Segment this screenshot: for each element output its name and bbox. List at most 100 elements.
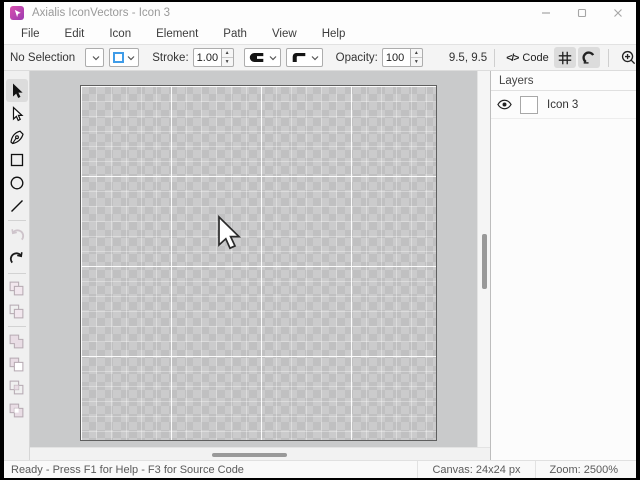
- canvas[interactable]: [80, 85, 437, 441]
- menu-element[interactable]: Element: [148, 26, 206, 42]
- stroke-label: Stroke:: [152, 51, 189, 64]
- stroke-input[interactable]: [192, 48, 221, 67]
- main-area: Layers Icon 3: [4, 71, 636, 460]
- duplicate-button: [6, 277, 28, 300]
- layer-name: Icon 3: [547, 98, 579, 111]
- chevron-down-icon: [127, 55, 135, 61]
- opacity-input[interactable]: [381, 48, 410, 67]
- chevron-down-icon: [311, 55, 319, 61]
- chevron-down-icon: [92, 55, 100, 61]
- opacity-increment-button[interactable]: ▲: [411, 49, 422, 57]
- fill-color-dropdown[interactable]: [109, 48, 140, 67]
- fill-color-swatch: [113, 52, 125, 63]
- chevron-down-icon: [269, 55, 277, 61]
- toolbar-separator: [607, 48, 609, 67]
- grid-icon: [558, 51, 571, 64]
- layers-panel-title: Layers: [491, 71, 636, 91]
- menu-view[interactable]: View: [264, 26, 305, 42]
- zoom-in-button[interactable]: [617, 47, 640, 68]
- close-button[interactable]: [600, 2, 636, 24]
- vertical-scrollbar[interactable]: [477, 71, 490, 448]
- snap-toggle-button[interactable]: [577, 47, 600, 68]
- select-tool-button[interactable]: [5, 79, 28, 102]
- menubar: File Edit Icon Element Path View Help: [4, 24, 636, 44]
- maximize-icon: [577, 8, 587, 18]
- pointer-coordinates: 9.5, 9.5: [448, 51, 488, 64]
- code-icon: </>: [506, 51, 519, 64]
- line-tool-icon: [10, 199, 23, 212]
- opacity-label: Opacity:: [335, 51, 378, 64]
- zoom-in-icon: [621, 50, 635, 65]
- visibility-eye-icon[interactable]: [497, 99, 512, 110]
- line-join-dropdown[interactable]: [285, 48, 323, 67]
- menu-edit[interactable]: Edit: [57, 26, 93, 42]
- line-join-icon: [292, 53, 305, 62]
- statusbar: Ready - Press F1 for Help - F3 for Sourc…: [4, 460, 636, 478]
- titlebar: Axialis IconVectors - Icon 3: [4, 2, 636, 24]
- select-tool-icon: [12, 83, 23, 98]
- redo-button[interactable]: [6, 247, 28, 270]
- union-icon: [9, 334, 24, 349]
- workspace: [30, 71, 490, 460]
- ellipse-tool-button[interactable]: [6, 171, 28, 194]
- snap-icon: [582, 50, 594, 64]
- subtract-icon: [9, 357, 24, 372]
- close-icon: [614, 9, 622, 17]
- stroke-spinner: ▲ ▼: [192, 48, 234, 67]
- ellipse-tool-icon: [10, 176, 23, 189]
- menu-icon[interactable]: Icon: [101, 26, 139, 42]
- undo-icon: [10, 228, 24, 240]
- line-cap-dropdown[interactable]: [243, 48, 281, 67]
- minimize-button[interactable]: [528, 2, 564, 24]
- vertical-scrollbar-thumb[interactable]: [482, 234, 487, 289]
- stroke-increment-button[interactable]: ▲: [222, 49, 233, 57]
- menu-path[interactable]: Path: [215, 26, 255, 42]
- opacity-decrement-button[interactable]: ▼: [410, 57, 422, 66]
- menu-help[interactable]: Help: [314, 26, 354, 42]
- app-logo-icon: [10, 6, 24, 20]
- palette-separator: [7, 326, 26, 327]
- layers-panel: Layers Icon 3: [490, 71, 636, 460]
- tool-palette: [4, 71, 30, 460]
- menu-file[interactable]: File: [13, 26, 48, 42]
- selection-preset-dropdown[interactable]: [85, 48, 105, 67]
- layer-row[interactable]: Icon 3: [491, 91, 636, 119]
- window-title: Axialis IconVectors - Icon 3: [32, 7, 171, 19]
- statusbar-right: Canvas: 24x24 px Zoom: 2500%: [417, 461, 636, 478]
- window-controls: [528, 2, 636, 24]
- layer-thumbnail: [520, 95, 538, 114]
- direct-select-tool-button[interactable]: [6, 102, 28, 125]
- subtract-button: [6, 353, 28, 376]
- horizontal-scrollbar-thumb[interactable]: [212, 453, 287, 457]
- stroke-decrement-button[interactable]: ▼: [221, 57, 233, 66]
- selection-status: No Selection: [10, 51, 76, 64]
- grid-toggle-button[interactable]: [553, 47, 576, 68]
- mouse-cursor-icon: [218, 215, 242, 250]
- code-button-label: Code: [522, 51, 549, 64]
- redo-icon: [9, 251, 23, 263]
- intersect-button: [6, 376, 28, 399]
- pixel-grid-overlay: [81, 86, 436, 440]
- clone-icon: [9, 304, 24, 319]
- intersect-icon: [9, 380, 24, 395]
- toolbar-right-cluster: </> Code: [487, 47, 640, 68]
- direct-select-tool-icon: [12, 105, 24, 121]
- undo-button: [6, 224, 28, 247]
- pen-tool-button[interactable]: [6, 125, 28, 148]
- app-window: Axialis IconVectors - Icon 3 File Edit I…: [4, 2, 636, 478]
- minimize-icon: [542, 12, 550, 14]
- opacity-spinner: ▲ ▼: [381, 48, 423, 67]
- pen-tool-icon: [9, 130, 24, 144]
- status-message: Ready - Press F1 for Help - F3 for Sourc…: [11, 463, 244, 476]
- palette-separator: [7, 220, 26, 221]
- maximize-button[interactable]: [564, 2, 600, 24]
- line-cap-icon: [249, 53, 263, 62]
- horizontal-scrollbar[interactable]: [30, 447, 490, 460]
- toolbar-separator: [494, 48, 496, 67]
- code-button[interactable]: </> Code: [503, 47, 551, 68]
- rectangle-tool-button[interactable]: [6, 148, 28, 171]
- exclude-button: [6, 399, 28, 422]
- line-tool-button[interactable]: [6, 194, 28, 217]
- duplicate-icon: [9, 281, 24, 296]
- opacity-spin-buttons: ▲ ▼: [409, 48, 423, 67]
